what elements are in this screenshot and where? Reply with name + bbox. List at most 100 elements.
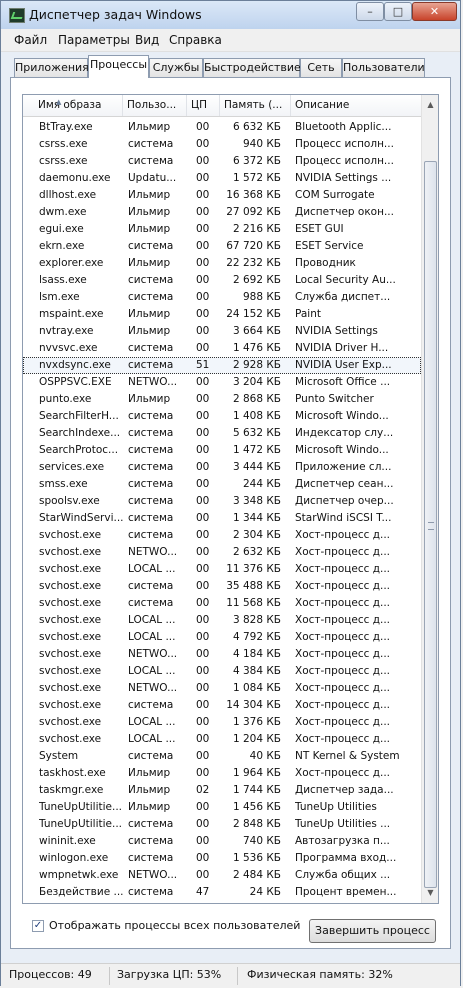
process-row[interactable]: csrss.exe система 00 6 372 КБ Процесс исполн… [23,153,421,170]
process-row[interactable]: OSPPSVC.EXE NETWO... 00 3 204 КБ Microsoft O… [23,374,421,391]
process-row[interactable]: TuneUpUtilitie... Ильмир 00 1 456 КБ TuneUp … [23,799,421,816]
process-row[interactable]: BtTray.exe Ильмир 00 6 632 КБ Bluetooth Appl… [23,119,421,136]
menu-help[interactable]: Справка [169,33,222,47]
maximize-button[interactable]: □ [384,2,412,21]
process-user-cell: система [128,580,174,592]
process-row[interactable]: svchost.exe LOCAL ... 00 3 828 КБ Хост-проце… [23,612,421,629]
process-row[interactable]: mspaint.exe Ильмир 00 24 152 КБ Paint [23,306,421,323]
process-memory-cell: 35 488 КБ [226,580,281,592]
scroll-thumb[interactable] [424,161,437,888]
process-row[interactable]: SearchIndexe... система 00 5 632 КБ Индексат… [23,425,421,442]
process-cpu-cell: 00 [196,801,210,813]
process-user-cell: Ильмир [128,801,171,813]
process-row[interactable]: spoolsv.exe система 00 3 348 КБ Диспетчер оч… [23,493,421,510]
process-name-cell: taskmgr.exe [39,784,104,796]
process-row[interactable]: StarWindServi... система 00 1 344 КБ StarWin… [23,510,421,527]
process-row[interactable]: svchost.exe LOCAL ... 00 11 376 КБ Хост-проц… [23,561,421,578]
process-user-cell: система [128,155,174,167]
end-process-button[interactable]: Завершить процесс [309,919,436,943]
process-row[interactable]: nvvsvc.exe система 00 1 476 КБ NVIDIA Driver… [23,340,421,357]
process-memory-cell: 24 152 КБ [226,308,281,320]
process-row[interactable]: svchost.exe NETWO... 00 1 084 КБ Хост-процес… [23,680,421,697]
process-row[interactable]: ekrn.exe система 00 67 720 КБ ESET Service [23,238,421,255]
process-cpu-cell: 00 [196,223,210,235]
process-description-cell: Хост-процесс д... [295,699,391,711]
process-list[interactable]: ▲ Имя образа Пользо... ЦП Память (... Оп… [22,94,439,904]
process-row[interactable]: svchost.exe система 00 14 304 КБ Хост-процес… [23,697,421,714]
process-user-cell: Ильмир [128,206,171,218]
process-row[interactable]: wmpnetwk.exe NETWO... 00 2 484 КБ Служба общ… [23,867,421,884]
process-row[interactable]: nvtray.exe Ильмир 00 3 664 КБ NVIDIA Setting… [23,323,421,340]
process-row[interactable]: explorer.exe Ильмир 00 22 232 КБ Проводник [23,255,421,272]
process-row[interactable]: winlogon.exe система 00 1 536 КБ Программа в… [23,850,421,867]
menu-view[interactable]: Вид [135,33,159,47]
tab-performance[interactable]: Быстродействие [203,58,301,77]
process-row[interactable]: punto.exe Ильмир 00 2 868 КБ Punto Switcher [23,391,421,408]
process-row[interactable]: svchost.exe система 00 2 304 КБ Хост-процесс… [23,527,421,544]
tab-services[interactable]: Службы [149,58,203,77]
process-user-cell: система [128,359,174,371]
minimize-button[interactable]: – [356,2,384,21]
process-row[interactable]: egui.exe Ильмир 00 2 216 КБ ESET GUI [23,221,421,238]
process-row[interactable]: SearchProtoc... система 00 1 472 КБ Microsof… [23,442,421,459]
process-row[interactable]: csrss.exe система 00 940 КБ Процесс исполн..… [23,136,421,153]
menu-options[interactable]: Параметры [58,33,130,47]
process-row[interactable]: svchost.exe LOCAL ... 00 1 204 КБ Хост-проце… [23,731,421,748]
process-row[interactable]: lsm.exe система 00 988 КБ Служба диспет... [23,289,421,306]
process-memory-cell: 4 184 КБ [232,648,281,660]
process-row[interactable]: svchost.exe LOCAL ... 00 1 376 КБ Хост-проце… [23,714,421,731]
process-cpu-cell: 00 [196,155,210,167]
tab-processes[interactable]: Процессы [88,55,149,78]
process-description-cell: Punto Switcher [295,393,374,405]
title-bar[interactable]: Диспетчер задач Windows – □ ✕ [1,1,460,29]
process-cpu-cell: 00 [196,682,210,694]
process-row[interactable]: Бездействие ... система 47 24 КБ Процент вре… [23,884,421,901]
process-row[interactable]: TuneUpUtilitie... система 00 2 848 КБ TuneUp… [23,816,421,833]
process-description-cell: Microsoft Office ... [295,376,391,388]
process-row[interactable]: svchost.exe NETWO... 00 4 184 КБ Хост-процес… [23,646,421,663]
process-row[interactable]: svchost.exe LOCAL ... 00 4 792 КБ Хост-проце… [23,629,421,646]
process-row[interactable]: System система 00 40 КБ NT Kernel & System [23,748,421,765]
process-row[interactable]: smss.exe система 00 244 КБ Диспетчер сеан... [23,476,421,493]
column-memory[interactable]: Память (... [220,95,291,116]
close-button[interactable]: ✕ [412,2,457,21]
process-name-cell: SearchIndexe... [39,427,121,439]
process-user-cell: система [128,529,174,541]
scroll-up-icon[interactable]: ▲ [423,97,438,113]
process-row[interactable]: svchost.exe система 00 11 568 КБ Хост-процес… [23,595,421,612]
tab-applications[interactable]: Приложения [14,58,89,77]
process-name-cell: svchost.exe [39,648,102,660]
process-row[interactable]: lsass.exe система 00 2 692 КБ Local Security… [23,272,421,289]
process-row[interactable]: daemonu.exe Updatu... 00 1 572 КБ NVIDIA Set… [23,170,421,187]
show-all-users-checkbox[interactable]: ✓ [32,920,44,932]
column-image-name[interactable]: ▲ Имя образа [23,95,123,116]
process-name-cell: daemonu.exe [39,172,111,184]
process-row[interactable]: taskhost.exe Ильмир 00 1 964 КБ Хост-процесс… [23,765,421,782]
process-row[interactable]: svchost.exe система 00 35 488 КБ Хост-процес… [23,578,421,595]
vertical-scrollbar[interactable]: ▲ ▼ [421,95,438,903]
tab-users[interactable]: Пользователи [342,58,425,77]
column-description[interactable]: Описание [291,95,421,116]
scroll-down-icon[interactable]: ▼ [423,885,438,901]
column-user[interactable]: Пользо... [123,95,187,116]
process-memory-cell: 3 348 КБ [232,495,281,507]
process-row[interactable]: taskmgr.exe Ильмир 02 1 744 КБ Диспетчер зад… [23,782,421,799]
process-row[interactable]: services.exe система 00 3 444 КБ Приложение … [23,459,421,476]
process-cpu-cell: 00 [196,206,210,218]
column-cpu[interactable]: ЦП [187,95,220,116]
process-row[interactable]: dwm.exe Ильмир 00 27 092 КБ Диспетчер окон..… [23,204,421,221]
process-description-cell: NT Kernel & System [295,750,400,762]
process-row[interactable]: dllhost.exe Ильмир 00 16 368 КБ COM Surrogat… [23,187,421,204]
tab-network[interactable]: Сеть [300,58,342,77]
process-name-cell: nvxdsync.exe [39,359,111,371]
process-row[interactable]: nvxdsync.exe система 51 2 928 КБ NVIDIA User… [23,357,421,374]
process-row[interactable]: wininit.exe система 00 740 КБ Автозагрузка п… [23,833,421,850]
process-user-cell: Ильмир [128,325,171,337]
process-cpu-cell: 00 [196,750,210,762]
menu-file[interactable]: Файл [14,33,47,47]
process-row[interactable]: SearchFilterH... система 00 1 408 КБ Microso… [23,408,421,425]
process-cpu-cell: 00 [196,563,210,575]
process-row[interactable]: svchost.exe NETWO... 00 2 632 КБ Хост-процес… [23,544,421,561]
process-name-cell: lsass.exe [39,274,87,286]
process-row[interactable]: svchost.exe LOCAL ... 00 4 384 КБ Хост-проце… [23,663,421,680]
